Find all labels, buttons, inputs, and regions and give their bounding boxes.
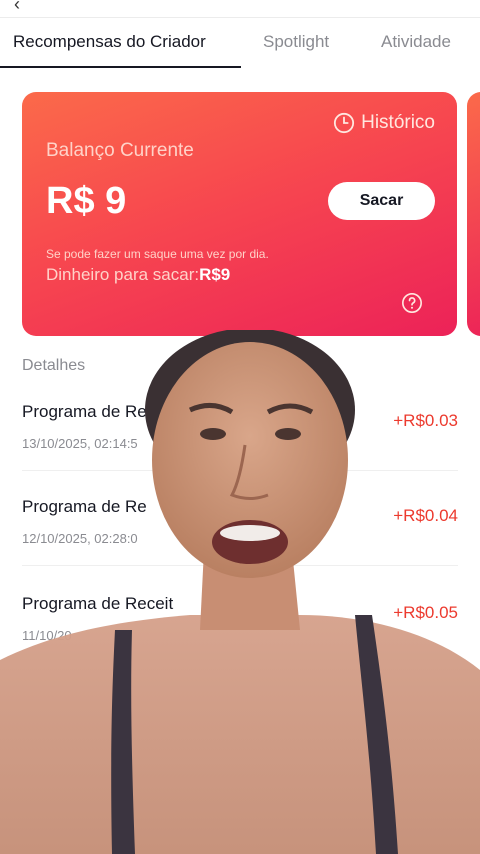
clock-icon	[334, 112, 355, 134]
transaction-row[interactable]: Programa de Receit 11/10/20 +R$0.05	[22, 594, 458, 684]
back-arrow-icon[interactable]: ‹	[14, 0, 20, 15]
available-amount: R$9	[199, 265, 231, 284]
transaction-name: Programa de Recei	[22, 402, 169, 421]
transaction-amount: +R$0.04	[393, 506, 458, 525]
balance-label: Balanço Currente	[46, 140, 194, 161]
transaction-date: 12/10/2025, 02:28:0	[22, 531, 138, 546]
transaction-amount: +R$0.05	[393, 603, 458, 622]
transaction-amount: +R$0.03	[393, 411, 458, 430]
available-to-withdraw: Dinheiro para sacar:R$9	[46, 265, 230, 285]
transaction-row[interactable]: Programa de Re 12/10/2025, 02:28:0 +R$0.…	[22, 497, 458, 587]
balance-card: Histórico Balanço Currente R$ 9 Sacar Se…	[22, 92, 457, 336]
tab-creator-rewards[interactable]: Recompensas do Criador	[13, 32, 206, 52]
withdraw-note: Se pode fazer um saque uma vez por dia.	[46, 247, 269, 261]
tab-bar: Recompensas do Criador Spotlight Ativida…	[0, 18, 480, 68]
help-icon[interactable]	[401, 292, 423, 314]
transaction-date: 11/10/20	[22, 628, 72, 643]
top-bar: ‹	[0, 0, 480, 18]
transaction-name: Programa de Re	[22, 497, 147, 516]
details-title: Detalhes	[22, 357, 86, 374]
creator-rewards-screen: ‹ Recompensas do Criador Spotlight Ativi…	[0, 0, 480, 854]
tab-spotlight[interactable]: Spotlight	[263, 32, 329, 52]
history-label: Histórico	[361, 112, 435, 133]
active-tab-indicator	[0, 66, 241, 68]
history-link[interactable]: Histórico	[333, 112, 435, 134]
withdraw-button[interactable]: Sacar	[328, 182, 435, 220]
transaction-name: Programa de Receit	[22, 594, 174, 613]
next-card-peek[interactable]	[467, 92, 480, 336]
transaction-row[interactable]: Programa de Recei 13/10/2025, 02:14:5 +R…	[22, 402, 458, 492]
row-divider	[22, 470, 458, 471]
row-divider	[22, 565, 458, 566]
transaction-date: 13/10/2025, 02:14:5	[22, 436, 138, 451]
tab-activity[interactable]: Atividade	[381, 32, 451, 52]
available-label: Dinheiro para sacar:	[46, 265, 200, 284]
balance-value: R$ 9	[46, 180, 127, 222]
